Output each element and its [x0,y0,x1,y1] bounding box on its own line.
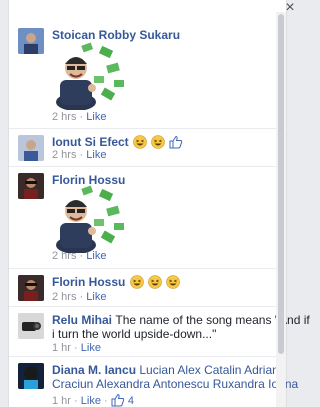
comment-item: Ionut Si Efect 2 hrs · Like [9,128,288,166]
comment-item: Relu Mihai The name of the song means "A… [9,306,310,356]
laughing-emoji-icon [166,275,181,289]
comments-panel: Stoican Robby Sukaru 2 hrs · Like Ionut … [8,0,310,407]
timestamp[interactable]: 1 hr [52,395,71,407]
avatar[interactable] [18,28,44,54]
like-link[interactable]: Like [86,111,106,123]
commenter-name[interactable]: Stoican Robby Sukaru [52,28,180,42]
comment-item: Florin Hossu 2 hrs · Like [9,166,288,268]
laughing-emoji-icon [148,275,162,289]
commenter-name-text[interactable]: Relu Mihai [52,313,112,327]
commenter-name-text[interactable]: Florin Hossu [52,275,125,289]
like-link[interactable]: Like [86,149,106,161]
timestamp[interactable]: 1 hr [52,342,71,354]
scrollbar-thumb[interactable] [278,14,284,354]
comment-meta: 2 hrs · Like [52,291,106,303]
separator: · [74,395,78,407]
laughing-emoji-icon [151,135,166,149]
comment-item: Florin Hossu 2 hrs · Like [9,268,288,306]
laughing-emoji-icon [129,275,144,289]
avatar[interactable] [18,135,44,161]
money-guy-sticker [52,185,127,254]
like-link[interactable]: Like [81,342,101,354]
separator: · [104,395,108,407]
tagged-users[interactable]: Lucian Alex Catalin Adrian [139,363,278,377]
comment-meta: 2 hrs · Like [52,149,106,161]
laughing-emoji-icon [133,135,147,149]
separator: · [79,149,84,161]
close-icon[interactable]: × [283,0,297,16]
commenter-name: Ionut Si Efect [52,135,183,149]
timestamp[interactable]: 2 hrs [52,111,76,123]
comment-item: Stoican Robby Sukaru 2 hrs · Like [9,20,288,130]
separator: · [79,250,84,262]
comment-meta: 2 hrs · Like [52,111,106,123]
comment-meta: 1 hr · Like · 4 [52,393,134,407]
avatar[interactable] [18,173,44,199]
comment-body: Relu Mihai The name of the song means "A… [52,313,310,327]
commenter-name: Florin Hossu [52,275,181,289]
money-guy-sticker [52,42,127,111]
separator: · [79,291,84,303]
avatar[interactable] [18,313,44,339]
timestamp[interactable]: 2 hrs [52,149,76,161]
avatar[interactable] [18,363,44,389]
separator: · [79,111,84,123]
comment-text-line2: i turn the world upside-down..." [52,327,217,341]
separator: · [74,342,78,354]
timestamp[interactable]: 2 hrs [52,250,76,262]
commenter-name-text[interactable]: Ionut Si Efect [52,135,129,149]
comment-item: Diana M. Iancu Lucian Alex Catalin Adria… [9,356,298,407]
comment-meta: 2 hrs · Like [52,250,106,262]
like-link[interactable]: Like [86,291,106,303]
like-link[interactable]: Like [86,250,106,262]
timestamp[interactable]: 2 hrs [52,291,76,303]
like-count[interactable]: 4 [128,395,134,407]
scrollbar[interactable] [276,12,286,407]
tagged-users-continued[interactable]: Craciun Alexandra Antonescu Ruxandra Ioa… [52,377,298,391]
like-link[interactable]: Like [81,395,101,407]
comment-meta: 1 hr · Like [52,342,101,354]
comment-body: Diana M. Iancu Lucian Alex Catalin Adria… [52,363,279,377]
commenter-name-text[interactable]: Diana M. Iancu [52,363,136,377]
thumbs-up-icon [111,393,124,407]
avatar[interactable] [18,275,44,301]
thumbs-up-emoji-icon [169,135,182,149]
comment-text-continued: i turn the world upside-down..." [52,327,216,341]
